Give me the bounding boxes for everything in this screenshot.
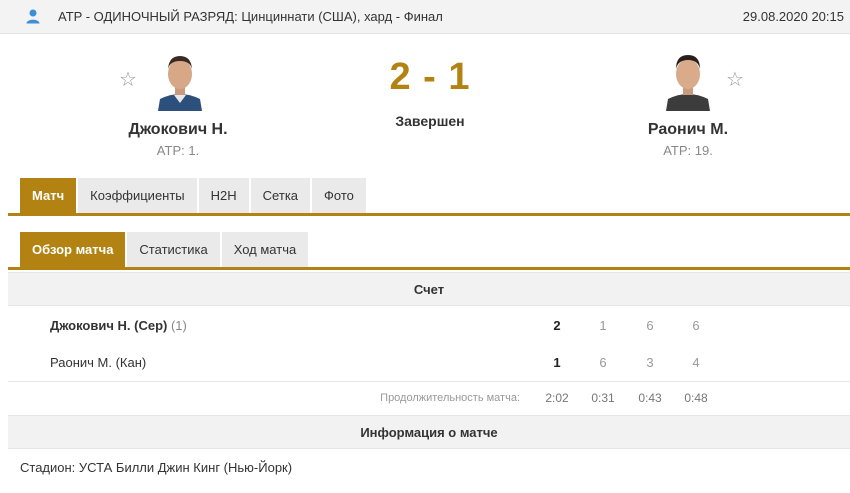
- match-datetime: 29.08.2020 20:15: [742, 9, 844, 24]
- away-total-score: 1: [553, 355, 561, 370]
- home-score-team: Джокович Н. (Сер): [50, 318, 168, 333]
- duration-label: Продолжительность матча:: [380, 392, 520, 404]
- home-set2-score: 6: [646, 318, 654, 333]
- info-section-title: Информация о матче: [8, 415, 850, 449]
- home-player-name[interactable]: Джокович Н.: [88, 121, 268, 139]
- away-score-team: Раонич М. (Кан): [50, 355, 147, 370]
- home-set3-score: 6: [692, 318, 700, 333]
- person-icon[interactable]: [25, 8, 41, 24]
- home-score-row-name[interactable]: Джокович Н. (Сер) (1): [50, 318, 187, 333]
- tournament-title: ATP - ОДИНОЧНЫЙ РАЗРЯД: Цинциннати (США)…: [58, 9, 443, 24]
- tab-odds[interactable]: Коэффициенты: [78, 178, 197, 213]
- tab-h2h[interactable]: H2H: [198, 178, 249, 213]
- home-total-score: 2: [553, 318, 561, 333]
- duration-set2: 0:43: [638, 391, 662, 405]
- tab-photo[interactable]: Фото: [312, 178, 366, 213]
- favorite-away-star-icon[interactable]: ☆: [726, 70, 744, 90]
- stadium-info: Стадион: УСТА Билли Джин Кинг (Нью-Йорк): [20, 460, 293, 475]
- tab-match-summary[interactable]: Обзор матча: [20, 232, 126, 267]
- main-tabs-underline: [8, 213, 850, 216]
- away-set1-score: 6: [599, 355, 607, 370]
- main-tabs: Матч Коэффициенты H2H Сетка Фото: [20, 178, 368, 213]
- duration-set3: 0:48: [684, 391, 708, 405]
- away-score-row-name[interactable]: Раонич М. (Кан): [50, 355, 146, 370]
- score-divider: [8, 381, 850, 382]
- duration-total: 2:02: [545, 391, 569, 405]
- tab-match[interactable]: Матч: [20, 178, 77, 213]
- away-set3-score: 4: [692, 355, 700, 370]
- tab-match-history[interactable]: Ход матча: [221, 232, 309, 267]
- sub-tabs-underline: [8, 267, 850, 270]
- away-player-rank: ATP: 19.: [663, 143, 713, 158]
- away-player-photo: [662, 47, 714, 111]
- away-player-name[interactable]: Раонич М.: [598, 121, 778, 139]
- match-header-bar: ATP - ОДИНОЧНЫЙ РАЗРЯД: Цинциннати (США)…: [0, 0, 850, 34]
- sub-tabs: Обзор матча Статистика Ход матча: [20, 232, 310, 267]
- home-seed: (1): [170, 318, 187, 333]
- home-player-rank: ATP: 1.: [156, 143, 200, 158]
- match-status: Завершен: [395, 113, 465, 129]
- home-player-photo: [154, 47, 206, 111]
- away-set2-score: 3: [646, 355, 654, 370]
- match-score: 2 - 1: [389, 56, 471, 98]
- score-section-title: Счет: [8, 272, 850, 306]
- duration-set1: 0:31: [591, 391, 615, 405]
- favorite-home-star-icon[interactable]: ☆: [119, 70, 137, 90]
- home-set1-score: 1: [599, 318, 607, 333]
- tab-draw[interactable]: Сетка: [250, 178, 311, 213]
- tab-statistics[interactable]: Статистика: [127, 232, 220, 267]
